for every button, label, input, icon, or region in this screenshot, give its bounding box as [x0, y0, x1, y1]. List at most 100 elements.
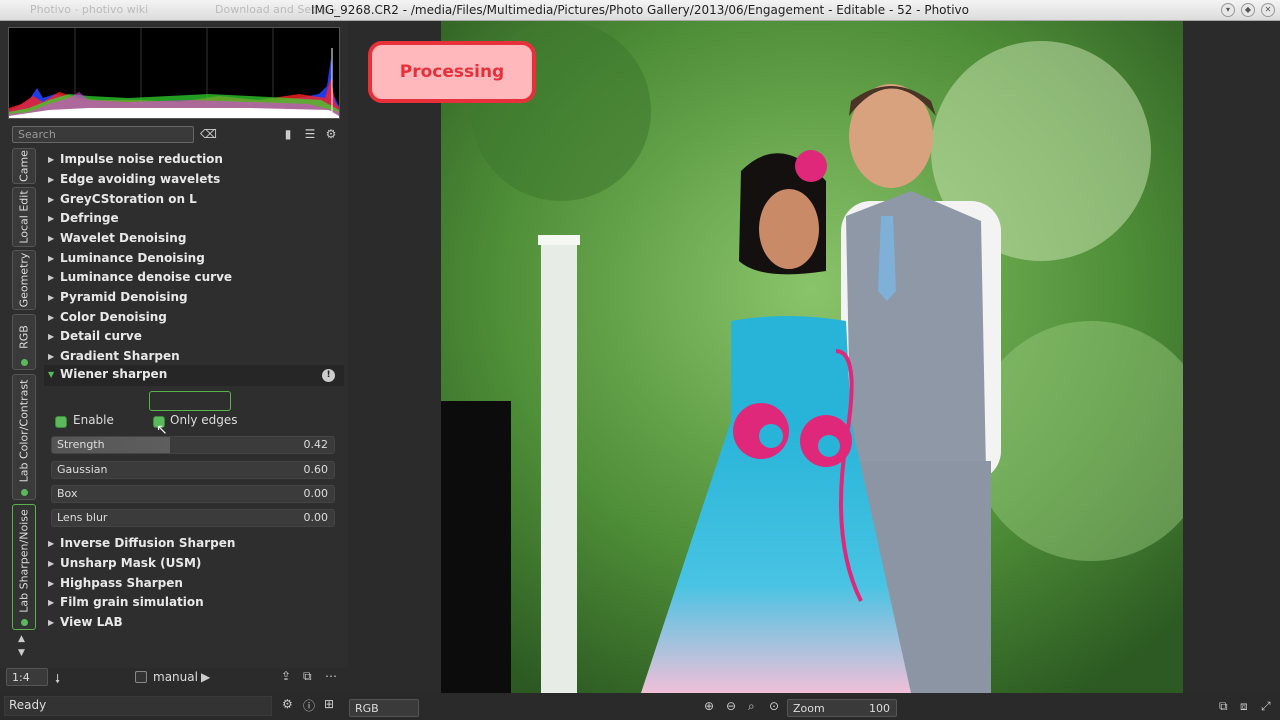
module-label: Impulse noise reduction [60, 152, 223, 166]
expand-arrow-icon: ▶ [48, 155, 55, 164]
module-label: Gradient Sharpen [60, 349, 180, 363]
module-film-grain[interactable]: ▶ Film grain simulation [48, 595, 204, 613]
tab-label: Geometry [17, 252, 31, 308]
module-label: Unsharp Mask (USM) [60, 556, 202, 570]
minimize-icon[interactable]: ▾ [1221, 3, 1235, 17]
module-label: View LAB [60, 615, 123, 629]
export-icon[interactable]: ⇪ [281, 669, 291, 683]
expand-arrow-icon: ▶ [48, 293, 55, 302]
module-label: Defringe [60, 211, 119, 225]
close-icon[interactable]: ✕ [1261, 3, 1275, 17]
only-edges-label: Only edges [170, 413, 238, 427]
enable-checkbox[interactable] [55, 416, 67, 428]
slider-value: 0.00 [303, 487, 329, 500]
module-wiener-sharpen-header[interactable]: ▼ Wiener sharpen ! [44, 365, 344, 386]
module-list: ▶ Impulse noise reduction ▶ Edge avoiding … [44, 148, 344, 629]
tab-label: RGB [17, 324, 31, 349]
slider-value: 0.00 [303, 511, 329, 524]
lens-blur-slider[interactable]: Lens blur 0.00 [51, 509, 335, 527]
search-row: ⌫ ▮ ☰ ⚙ [12, 126, 342, 144]
module-luminance-denoising[interactable]: ▶ Luminance Denoising [48, 251, 205, 269]
window-title: IMG_9268.CR2 - /media/Files/Multimedia/P… [310, 3, 969, 17]
processing-badge: Processing [368, 41, 536, 103]
gear-icon[interactable]: ⚙ [323, 126, 339, 142]
expand-arrow-icon: ▶ [48, 313, 55, 322]
zoom-ratio-select[interactable]: 1:4 [6, 668, 48, 686]
box-slider[interactable]: Box 0.00 [51, 485, 335, 503]
expand-arrow-icon: ▶ [48, 195, 55, 204]
module-unsharp-mask[interactable]: ▶ Unsharp Mask (USM) [48, 556, 201, 574]
module-inverse-diffusion-sharpen[interactable]: ▶ Inverse Diffusion Sharpen [48, 536, 235, 554]
expand-arrow-icon: ▶ [48, 598, 55, 607]
strength-slider[interactable]: Strength 0.42 [51, 436, 335, 454]
tab-active-dot [21, 489, 28, 496]
tab-lab-color-contrast[interactable]: Lab Color/Contrast [12, 374, 36, 500]
play-icon[interactable]: ▶ [201, 670, 210, 684]
module-edge-avoiding-wavelets[interactable]: ▶ Edge avoiding wavelets [48, 172, 220, 190]
module-label: Pyramid Denoising [60, 290, 188, 304]
scroll-up-icon[interactable]: ▲ [18, 634, 25, 644]
module-view-lab[interactable]: ▶ View LAB [48, 615, 123, 633]
module-wiener-sharpen[interactable]: ▼ Wiener sharpen [48, 367, 167, 385]
module-highpass-sharpen[interactable]: ▶ Highpass Sharpen [48, 576, 183, 594]
fullscreen-icon[interactable]: ⊞ [324, 697, 334, 711]
zoom-field[interactable]: Zoom 100 [787, 699, 897, 717]
color-mode-select[interactable]: RGB [349, 699, 419, 717]
vertical-tabs: Came Local Edit Geometry RGB Lab Color/C… [12, 148, 38, 658]
menu-icon[interactable]: ☰ [302, 126, 318, 142]
tab-label: Local Edit [17, 190, 31, 244]
slider-label: Gaussian [57, 463, 108, 476]
left-bottom-toolbar: 1:4 🠗 manual ▶ ⇪ ⧉ ⋯ [0, 668, 348, 688]
module-label: Inverse Diffusion Sharpen [60, 536, 236, 550]
module-label: Luminance denoise curve [60, 270, 233, 284]
module-color-denoising[interactable]: ▶ Color Denoising [48, 310, 167, 328]
module-defringe[interactable]: ▶ Defringe [48, 211, 119, 229]
bookmark-icon[interactable]: ▮ [280, 126, 296, 142]
expand-arrow-icon: ▶ [48, 559, 55, 568]
copy-icon[interactable]: ⧉ [1219, 699, 1228, 714]
tab-camera[interactable]: Came [12, 148, 36, 184]
gaussian-slider[interactable]: Gaussian 0.60 [51, 461, 335, 479]
photo-preview[interactable] [441, 21, 1183, 693]
module-label: Highpass Sharpen [60, 576, 183, 590]
expand-icon[interactable]: ⤢ [1261, 699, 1271, 714]
tab-geometry[interactable]: Geometry [12, 250, 36, 310]
module-detail-curve[interactable]: ▶ Detail curve [48, 329, 142, 347]
maximize-icon[interactable]: ◆ [1241, 3, 1255, 17]
enable-label: Enable [73, 413, 114, 427]
restore-icon[interactable]: ⧈ [1240, 699, 1248, 714]
scroll-down-icon[interactable]: ▼ [18, 648, 25, 658]
tab-rgb[interactable]: RGB [12, 314, 36, 370]
compare-icon[interactable]: ⧉ [303, 669, 312, 684]
module-pyramid-denoising[interactable]: ▶ Pyramid Denoising [48, 290, 188, 308]
tab-active-dot [21, 619, 28, 626]
clear-search-icon[interactable]: ⌫ [200, 126, 217, 142]
module-greycstoration[interactable]: ▶ GreyCStoration on L [48, 192, 197, 210]
expand-arrow-icon: ▶ [48, 539, 55, 548]
module-label: Film grain simulation [60, 595, 204, 609]
expand-arrow-icon: ▶ [48, 254, 55, 263]
tab-label: Lab Color/Contrast [17, 379, 31, 483]
module-wavelet-denoising[interactable]: ▶ Wavelet Denoising [48, 231, 186, 249]
module-impulse-noise[interactable]: ▶ Impulse noise reduction [48, 152, 223, 170]
zoom-out-icon[interactable]: ⊖ [726, 699, 736, 713]
down-arrow-icon[interactable]: 🠗 [55, 670, 60, 691]
settings-icon[interactable]: ⚙ [282, 697, 293, 711]
search-input[interactable] [12, 126, 194, 143]
tab-active-dot [21, 359, 28, 366]
manual-checkbox[interactable] [135, 671, 147, 683]
module-luminance-denoise-curve[interactable]: ▶ Luminance denoise curve [48, 270, 232, 288]
zoom-100-icon[interactable]: ⊙ [769, 699, 779, 713]
more-icon[interactable]: ⋯ [325, 669, 337, 683]
module-label: Wiener sharpen [60, 367, 168, 381]
module-label: Luminance Denoising [60, 251, 205, 265]
slider-label: Strength [57, 438, 105, 451]
info-icon[interactable]: ! [322, 369, 335, 382]
tab-label: Came [17, 150, 31, 182]
tab-local-edit[interactable]: Local Edit [12, 187, 36, 247]
module-label: GreyCStoration on L [60, 192, 197, 206]
tab-lab-sharpen-noise[interactable]: Lab Sharpen/Noise [12, 504, 36, 630]
zoom-in-icon[interactable]: ⊕ [704, 699, 714, 713]
info-icon[interactable]: ⓘ [303, 697, 315, 714]
zoom-fit-icon[interactable]: ⌕ [748, 699, 755, 714]
